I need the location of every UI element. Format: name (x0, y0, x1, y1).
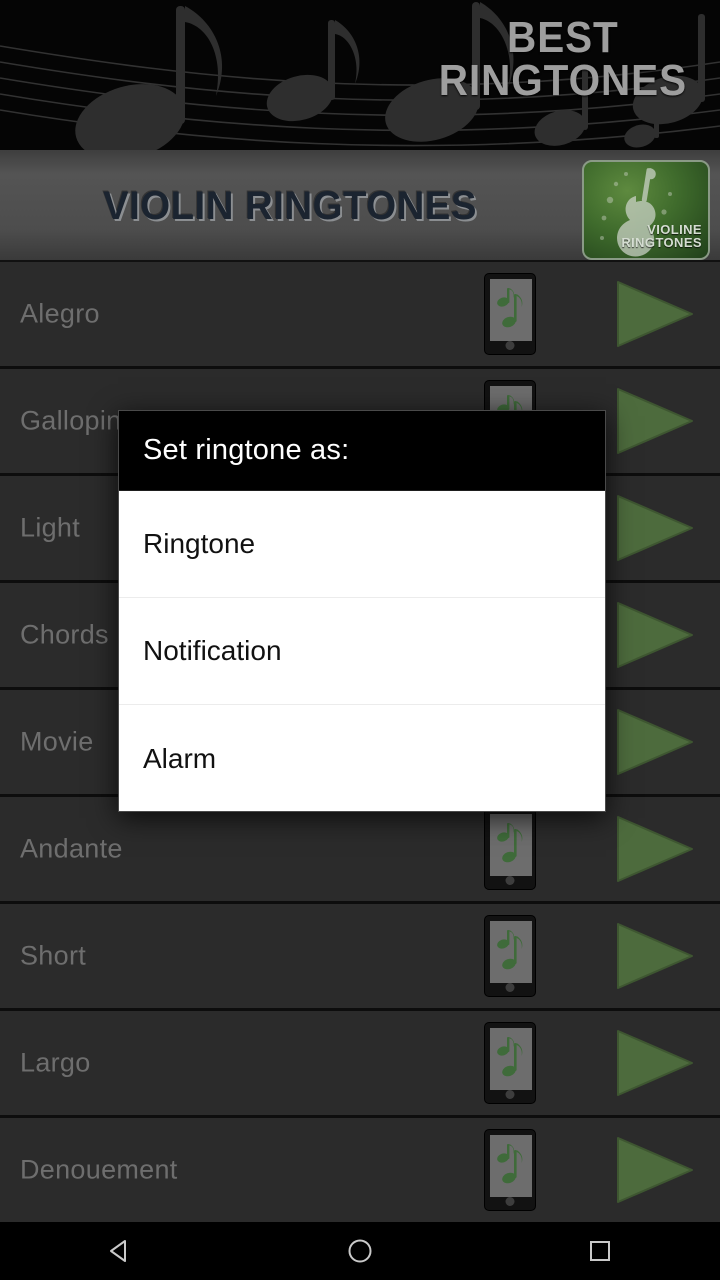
banner-title: BEST RINGTONES (428, 13, 698, 106)
phone-home-button-icon (505, 876, 515, 885)
music-note-icon (497, 823, 523, 863)
app-icon-label-line-2: RINGTONES (621, 235, 702, 251)
banner-line-2: RINGTONES (439, 56, 688, 106)
dialog-title: Set ringtone as: (119, 411, 605, 491)
set-ringtone-button[interactable] (484, 808, 536, 890)
recents-square-icon (590, 1241, 610, 1261)
table-row[interactable]: Largo (0, 1011, 720, 1118)
app-icon-label-line-1: VIOLINE (647, 221, 702, 237)
music-note-icon (497, 1144, 523, 1184)
play-button[interactable] (610, 706, 698, 778)
ringtone-name: Chords (20, 619, 109, 650)
play-icon (617, 816, 693, 882)
music-note-icon (497, 1037, 523, 1077)
nav-back-button[interactable] (60, 1222, 180, 1280)
ringtone-name: Andante (20, 833, 123, 864)
play-icon (617, 923, 693, 989)
dialog-option-notification[interactable]: Notification (119, 598, 605, 705)
table-row[interactable]: Short (0, 904, 720, 1011)
app-icon-label: VIOLINE RINGTONES (621, 223, 702, 250)
phone-home-button-icon (505, 1197, 515, 1206)
phone-icon (490, 279, 532, 341)
play-button[interactable] (610, 920, 698, 992)
phone-icon (490, 814, 532, 876)
android-navigation-bar (0, 1222, 720, 1280)
play-icon (617, 281, 693, 347)
set-ringtone-button[interactable] (484, 273, 536, 355)
play-icon (617, 388, 693, 454)
play-button[interactable] (610, 1027, 698, 1099)
play-icon (617, 602, 693, 668)
back-triangle-icon (110, 1240, 126, 1262)
app-icon[interactable]: VIOLINE RINGTONES (582, 160, 710, 260)
play-button[interactable] (610, 492, 698, 564)
ringtone-name: Short (20, 940, 87, 971)
banner-line-1: BEST (507, 13, 619, 62)
app-screen: BEST RINGTONES VIOLIN RINGTONES VIOLINE … (0, 0, 720, 1280)
play-icon (617, 495, 693, 561)
ringtone-name: Largo (20, 1047, 91, 1078)
table-row[interactable]: Alegro (0, 262, 720, 369)
play-icon (617, 1030, 693, 1096)
table-row[interactable]: Denouement (0, 1118, 720, 1225)
play-button[interactable] (610, 813, 698, 885)
nav-recents-button[interactable] (540, 1222, 660, 1280)
ringtone-name: Movie (20, 726, 94, 757)
banner-ad[interactable]: BEST RINGTONES (0, 0, 720, 150)
page-title: VIOLIN RINGTONES (103, 183, 477, 228)
ringtone-name: Light (20, 512, 81, 543)
home-circle-icon (348, 1239, 372, 1263)
nav-home-button[interactable] (300, 1222, 420, 1280)
phone-home-button-icon (505, 1090, 515, 1099)
play-icon (617, 709, 693, 775)
play-icon (617, 1137, 693, 1203)
phone-home-button-icon (505, 341, 515, 350)
play-button[interactable] (610, 599, 698, 671)
phone-icon (490, 921, 532, 983)
play-button[interactable] (610, 1134, 698, 1206)
phone-icon (490, 1028, 532, 1090)
dialog-option-alarm[interactable]: Alarm (119, 705, 605, 811)
set-ringtone-button[interactable] (484, 1022, 536, 1104)
phone-icon (490, 1135, 532, 1197)
music-note-icon (497, 288, 523, 328)
set-ringtone-dialog: Set ringtone as: Ringtone Notification A… (118, 410, 606, 812)
dialog-option-ringtone[interactable]: Ringtone (119, 491, 605, 598)
play-button[interactable] (610, 385, 698, 457)
set-ringtone-button[interactable] (484, 915, 536, 997)
set-ringtone-button[interactable] (484, 1129, 536, 1211)
ringtone-name: Alegro (20, 298, 100, 329)
phone-home-button-icon (505, 983, 515, 992)
music-note-icon (497, 930, 523, 970)
play-button[interactable] (610, 278, 698, 350)
dialog-option-list[interactable]: Ringtone Notification Alarm (119, 491, 605, 811)
table-row[interactable]: Andante (0, 797, 720, 904)
app-header-bar: VIOLIN RINGTONES VIOLINE RINGTONES (0, 150, 720, 262)
ringtone-name: Denouement (20, 1154, 178, 1185)
